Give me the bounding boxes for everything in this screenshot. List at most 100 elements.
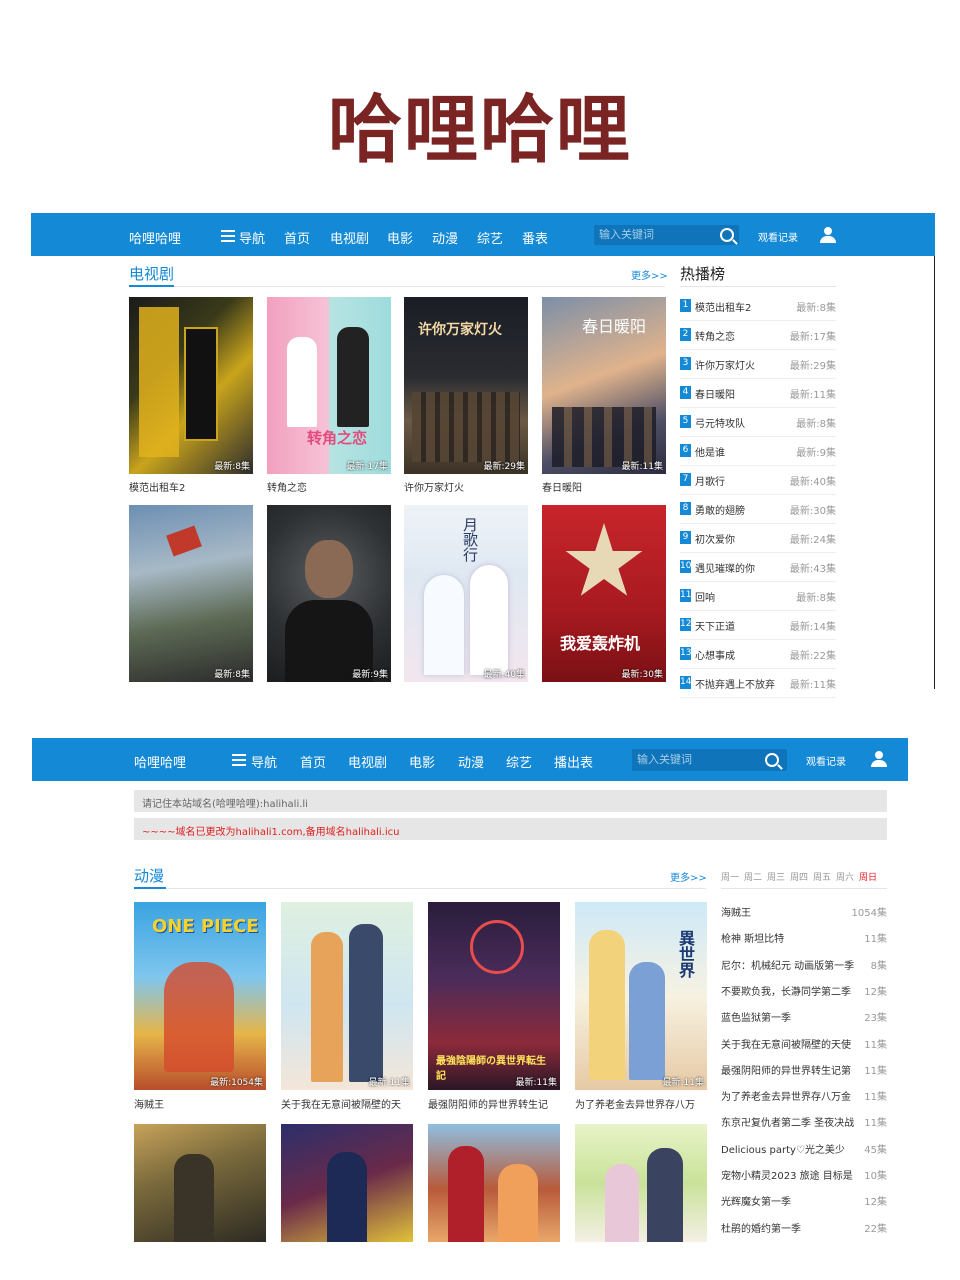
nav-guide[interactable]: 导航 [251,752,277,771]
rank-title[interactable]: 天下正道 [695,618,735,633]
schedule-item[interactable]: 宠物小精灵2023 旅途 目标是 [721,1167,853,1182]
history-link[interactable]: 观看记录 [758,229,798,244]
search-icon[interactable] [720,228,734,242]
rank-title[interactable]: 模范出租车2 [695,299,751,314]
week-tab[interactable]: 周六 [836,870,854,883]
nav-guide[interactable]: 导航 [239,228,265,247]
nav-variety[interactable]: 综艺 [506,752,532,771]
poster-card[interactable]: ONE PIECE 最新:1054集 [134,902,266,1090]
poster-card[interactable] [134,1124,266,1242]
hot-list-item[interactable]: 13 心想事成 最新:22集 [680,647,836,663]
nav-anime[interactable]: 动漫 [432,228,458,247]
poster-caption[interactable]: 许你万家灯火 [404,479,464,494]
schedule-item[interactable]: 枪神 斯坦比特 [721,930,784,945]
schedule-item[interactable]: 最强阴阳师的异世界转生记第 [721,1062,851,1077]
hot-list-item[interactable]: 1 模范出租车2 最新:8集 [680,299,836,315]
poster-card[interactable]: 月歌行 最新:40集 [404,505,528,682]
week-tab[interactable]: 周一 [721,870,739,883]
menu-icon[interactable] [221,230,235,242]
rank-title[interactable]: 遇见璀璨的你 [695,560,755,575]
schedule-item[interactable]: Delicious party♡光之美少 [721,1141,845,1156]
nav-home[interactable]: 首页 [300,752,326,771]
poster-card[interactable]: 最新:9集 [267,505,391,682]
schedule-item[interactable]: 不要欺负我，长瀞同学第二季 [721,983,851,998]
rank-title[interactable]: 转角之恋 [695,328,735,343]
schedule-item[interactable]: 为了养老金去异世界存八万金 [721,1088,851,1103]
search-icon[interactable] [765,753,779,767]
poster-card[interactable] [428,1124,560,1242]
hot-list-item[interactable]: 4 春日暖阳 最新:11集 [680,386,836,402]
poster-card[interactable]: 最新:8集 [129,505,253,682]
rank-title[interactable]: 回响 [695,589,715,604]
rank-title[interactable]: 弓元特攻队 [695,415,745,430]
hot-list-item[interactable]: 6 他是谁 最新:9集 [680,444,836,460]
hot-list-item[interactable]: 7 月歌行 最新:40集 [680,473,836,489]
poster-card[interactable]: 我爱轰炸机 最新:30集 [542,505,666,682]
poster-caption[interactable]: 转角之恋 [267,479,307,494]
hot-list-item[interactable]: 12 天下正道 最新:14集 [680,618,836,634]
week-tab[interactable]: 周五 [813,870,831,883]
poster-card[interactable]: 转角之恋 最新:17集 [267,297,391,474]
site-logo[interactable]: 哈哩哈哩 [134,752,186,771]
poster-caption[interactable]: 关于我在无意间被隔壁的天 [281,1096,413,1111]
nav-tv[interactable]: 电视剧 [348,752,387,771]
rank-title[interactable]: 月歌行 [695,473,725,488]
hot-list-item[interactable]: 14 不抛弃遇上不放弃 最新:11集 [680,676,836,692]
nav-tv[interactable]: 电视剧 [330,228,369,247]
rank-title[interactable]: 许你万家灯火 [695,357,755,372]
nav-home[interactable]: 首页 [284,228,310,247]
week-tab[interactable]: 周日 [859,870,877,883]
poster-caption[interactable]: 春日暖阳 [542,479,582,494]
rank-title[interactable]: 他是谁 [695,444,725,459]
schedule-item[interactable]: 光辉魔女第一季 [721,1193,791,1208]
schedule-item[interactable]: 东京卍复仇者第二季 圣夜决战 [721,1114,854,1129]
poster-caption[interactable]: 模范出租车2 [129,479,185,494]
poster-card[interactable] [281,1124,413,1242]
user-icon[interactable] [820,227,836,243]
rank-title[interactable]: 初次爱你 [695,531,735,546]
hot-list-item[interactable]: 11 回响 最新:8集 [680,589,836,605]
poster-card[interactable]: 最新:11集 [281,902,413,1090]
more-link-tv[interactable]: 更多>> [631,267,668,282]
rank-title[interactable]: 春日暖阳 [695,386,735,401]
poster-caption[interactable]: 为了养老金去异世界存八万 [575,1096,707,1111]
search-input[interactable] [599,228,709,241]
poster-card[interactable]: 最新:8集 [129,297,253,474]
poster-card[interactable]: 異世界 最新:11集 [575,902,707,1090]
week-tab[interactable]: 周四 [790,870,808,883]
week-tab[interactable]: 周二 [744,870,762,883]
site-logo[interactable]: 哈哩哈哩 [129,228,181,247]
hot-list-item[interactable]: 5 弓元特攻队 最新:8集 [680,415,836,431]
user-icon[interactable] [871,751,887,767]
hot-list-item[interactable]: 2 转角之恋 最新:17集 [680,328,836,344]
hot-list-item[interactable]: 8 勇敢的翅膀 最新:30集 [680,502,836,518]
poster-card[interactable]: 春日暖阳 最新:11集 [542,297,666,474]
week-tab[interactable]: 周三 [767,870,785,883]
rank-title[interactable]: 心想事成 [695,647,735,662]
schedule-item[interactable]: 海贼王 [721,904,751,919]
poster-caption[interactable]: 最强阴阳师的异世界转生记 [428,1096,560,1111]
nav-movie[interactable]: 电影 [409,752,435,771]
nav-anime[interactable]: 动漫 [458,752,484,771]
menu-icon[interactable] [232,754,246,766]
nav-schedule[interactable]: 番表 [522,228,548,247]
nav-movie[interactable]: 电影 [387,228,413,247]
rank-title[interactable]: 不抛弃遇上不放弃 [695,676,775,691]
schedule-item[interactable]: 杜鹃的婚约第一季 [721,1220,801,1235]
hot-list-item[interactable]: 9 初次爱你 最新:24集 [680,531,836,547]
hot-list-item[interactable]: 10 遇见璀璨的你 最新:43集 [680,560,836,576]
schedule-item[interactable]: 尼尔：机械纪元 动画版第一季 [721,957,854,972]
search-input[interactable] [637,753,747,766]
poster-card[interactable] [575,1124,707,1242]
nav-schedule[interactable]: 播出表 [554,752,593,771]
rank-title[interactable]: 勇敢的翅膀 [695,502,745,517]
nav-variety[interactable]: 综艺 [477,228,503,247]
schedule-item[interactable]: 蓝色监狱第一季 [721,1009,791,1024]
more-link-anime[interactable]: 更多>> [670,869,707,884]
history-link[interactable]: 观看记录 [806,753,846,768]
poster-card[interactable]: 许你万家灯火 最新:29集 [404,297,528,474]
poster-caption[interactable]: 海贼王 [134,1096,266,1111]
schedule-item[interactable]: 关于我在无意间被隔壁的天使 [721,1036,851,1051]
poster-card[interactable]: 最強陰陽師の異世界転生記 最新:11集 [428,902,560,1090]
hot-list-item[interactable]: 3 许你万家灯火 最新:29集 [680,357,836,373]
